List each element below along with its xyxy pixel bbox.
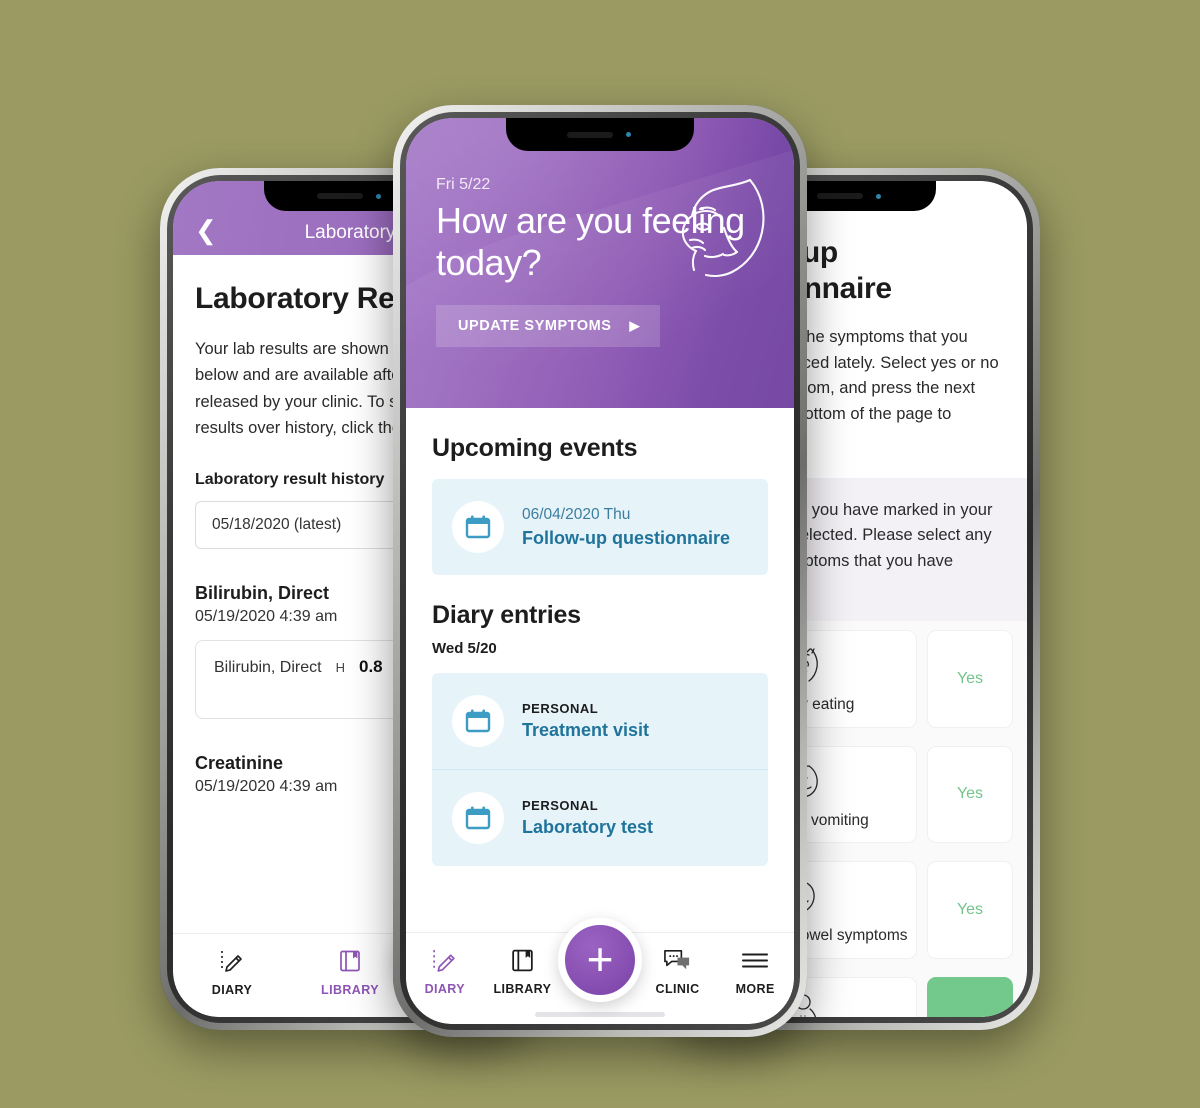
- symptom-yes-label: Yes: [956, 669, 984, 687]
- notch: [506, 118, 694, 151]
- diary-entry-item[interactable]: PERSONAL Laboratory test: [432, 769, 768, 866]
- hero-banner: Fri 5/22 How are you feeling today? UPDA…: [406, 118, 794, 408]
- tab-label: CLINIC: [655, 982, 700, 996]
- diary-day-label: Wed 5/20: [432, 640, 497, 657]
- calendar-icon: [452, 501, 504, 553]
- front-camera-icon: [373, 191, 384, 202]
- symptom-yes-button[interactable]: Yes: [927, 861, 1013, 960]
- result-row-label: Bilirubin, Direct: [214, 658, 322, 676]
- upcoming-event-item[interactable]: 06/04/2020 Thu Follow-up questionnaire: [432, 479, 768, 575]
- symptom-yes-button[interactable]: Yes: [927, 629, 1013, 728]
- upcoming-events-section: Upcoming events 06/04/2020 Thu Follow-up…: [406, 408, 794, 575]
- diary-pencil-icon: [219, 946, 245, 976]
- screenshot-stage: ❮ Laboratory Laboratory Results Your lab…: [0, 0, 1200, 1108]
- chat-bubbles-icon: [663, 945, 692, 975]
- update-symptoms-label: UPDATE SYMPTOMS: [458, 317, 612, 334]
- symptom-yes-button[interactable]: Yes: [927, 745, 1013, 844]
- front-camera-icon: [623, 129, 634, 140]
- speaker-grille-icon: [566, 131, 613, 138]
- diary-pencil-icon: [431, 945, 458, 975]
- tab-more[interactable]: MORE: [716, 945, 794, 996]
- tab-library[interactable]: LIBRARY: [291, 946, 409, 997]
- library-book-icon: [337, 946, 363, 976]
- app-viewport: Fri 5/22 How are you feeling today? UPDA…: [406, 118, 794, 1024]
- symptom-yes-button[interactable]: Yes: [927, 977, 1013, 1017]
- calendar-icon: [452, 792, 504, 844]
- tab-diary[interactable]: DIARY: [173, 946, 291, 997]
- entry-kind: PERSONAL: [522, 798, 599, 813]
- tab-label: DIARY: [424, 982, 466, 996]
- speaker-grille-icon: [816, 193, 863, 199]
- front-camera-icon: [873, 191, 884, 202]
- speaker-grille-icon: [316, 193, 363, 199]
- tab-label: DIARY: [211, 983, 253, 997]
- calendar-icon: [452, 695, 504, 747]
- phone-center-diary: Fri 5/22 How are you feeling today? UPDA…: [393, 105, 807, 1037]
- hero-date: Fri 5/22: [436, 176, 491, 193]
- add-entry-fab[interactable]: +: [558, 918, 642, 1002]
- tab-diary[interactable]: DIARY: [406, 945, 484, 996]
- symptom-yes-label: Yes: [956, 901, 984, 919]
- result-flag: H: [335, 659, 345, 675]
- phone-screen: Fri 5/22 How are you feeling today? UPDA…: [406, 118, 794, 1024]
- upcoming-heading: Upcoming events: [432, 434, 638, 462]
- upcoming-card: 06/04/2020 Thu Follow-up questionnaire: [432, 479, 768, 575]
- tab-label: LIBRARY: [321, 983, 379, 997]
- library-book-icon: [509, 945, 536, 975]
- diary-entries-section: Diary entries Wed 5/20 PERSONAL Treatmen…: [406, 575, 794, 866]
- entry-title: Laboratory test: [522, 817, 654, 837]
- event-title: Follow-up questionnaire: [522, 527, 730, 548]
- diary-entry-item[interactable]: PERSONAL Treatment visit: [432, 673, 768, 769]
- diary-heading: Diary entries: [432, 601, 581, 629]
- history-select-value: 05/18/2020 (latest): [212, 515, 342, 533]
- tab-library[interactable]: LIBRARY: [484, 945, 562, 996]
- hero-headline: How are you feeling today?: [436, 200, 745, 284]
- tab-label: LIBRARY: [493, 982, 552, 996]
- hamburger-icon: [740, 945, 770, 975]
- symptom-yes-label: Yes: [956, 785, 984, 803]
- update-symptoms-button[interactable]: UPDATE SYMPTOMS ▶: [436, 304, 661, 347]
- event-date: 06/04/2020 Thu: [522, 505, 631, 523]
- chevron-right-icon: ▶: [629, 317, 641, 333]
- diary-card: PERSONAL Treatment visit PERSONAL Labora…: [432, 673, 768, 866]
- tab-label: MORE: [735, 982, 775, 996]
- home-indicator: [535, 1012, 665, 1017]
- tab-clinic[interactable]: CLINIC: [639, 945, 717, 996]
- entry-title: Treatment visit: [522, 720, 650, 740]
- entry-kind: PERSONAL: [522, 701, 599, 716]
- result-value: 0.8: [358, 656, 383, 676]
